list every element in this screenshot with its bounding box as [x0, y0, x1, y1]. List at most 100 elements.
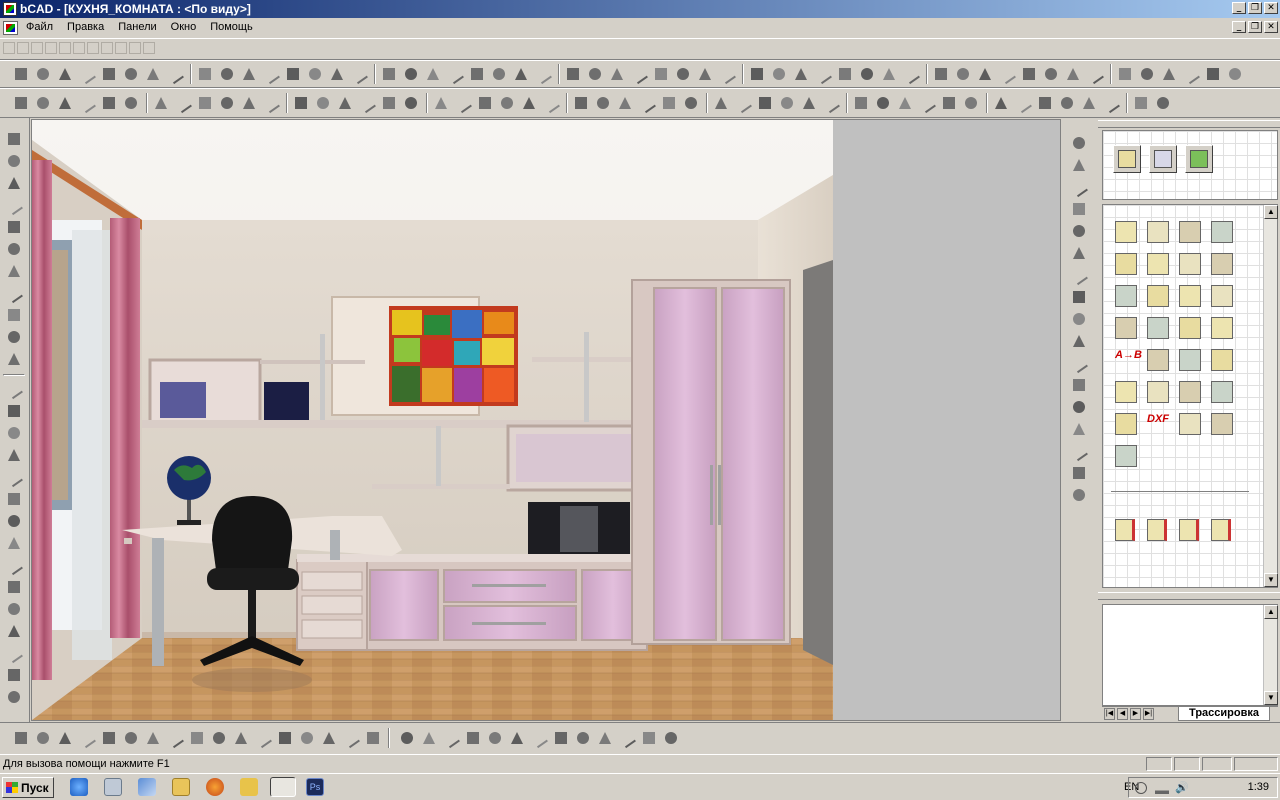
dimension-icon-button[interactable]	[800, 94, 818, 112]
cylinder-icon-button[interactable]	[442, 729, 460, 749]
doc-restore-button[interactable]: ❐	[1248, 21, 1262, 33]
undo-icon-button[interactable]	[1204, 65, 1222, 83]
chamfer-icon-button[interactable]	[1132, 94, 1150, 112]
spline-icon-button[interactable]	[1070, 376, 1088, 394]
dot-icon-button[interactable]	[1070, 288, 1088, 306]
circle-icon-button[interactable]	[5, 152, 23, 170]
save-icon-button[interactable]	[998, 65, 1016, 85]
price-icon-button[interactable]	[1145, 315, 1173, 343]
text-icon-button[interactable]	[122, 65, 140, 83]
a-to-b-icon-button[interactable]: A→B	[1113, 347, 1142, 375]
scroll-up-button[interactable]: ▲	[1264, 205, 1278, 219]
point-icon-button[interactable]	[5, 284, 23, 304]
circle-icon-button[interactable]	[314, 94, 332, 112]
view-icon-button[interactable]	[718, 65, 736, 85]
text-icon-button[interactable]	[858, 65, 876, 83]
ellipse-icon-button[interactable]	[336, 94, 354, 112]
torus-icon-button[interactable]	[640, 729, 658, 747]
tree-scrollbar[interactable]: ▲ ▼	[1263, 605, 1278, 705]
help-icon-button[interactable]	[1182, 65, 1200, 85]
snap-icon-button[interactable]	[432, 94, 450, 112]
start-button[interactable]: Пуск	[2, 777, 54, 798]
sphere-icon-button[interactable]	[486, 729, 504, 747]
snap-point-icon-button[interactable]	[196, 94, 214, 112]
fill-icon-button[interactable]	[100, 65, 118, 83]
extrude-icon-button[interactable]	[144, 729, 162, 747]
parts-icon-button[interactable]	[1113, 443, 1141, 471]
menu-window[interactable]: Окно	[170, 21, 198, 33]
box-icon-button[interactable]	[364, 729, 382, 747]
array-icon-button[interactable]	[122, 94, 140, 112]
curved-panel-icon-button[interactable]	[1209, 219, 1237, 247]
redo-icon-button[interactable]	[490, 65, 508, 83]
box-icon-button[interactable]	[12, 729, 30, 747]
node-icon-button[interactable]	[1086, 65, 1104, 85]
corner-panel-icon-button[interactable]	[1177, 219, 1205, 247]
tools-icon-button[interactable]	[1177, 251, 1205, 279]
price-list-icon-button[interactable]	[1209, 315, 1237, 343]
circle-icon-button[interactable]	[734, 94, 752, 114]
box-icon-button[interactable]	[188, 729, 206, 747]
browser-icon[interactable]	[70, 778, 88, 796]
measure-icon-button[interactable]	[822, 94, 840, 114]
zoom-window-icon-button[interactable]	[564, 65, 582, 83]
panel-icon-button[interactable]	[1113, 219, 1141, 247]
spline-icon-button[interactable]	[5, 196, 23, 216]
snap-icon-button[interactable]	[12, 94, 30, 112]
pointer-icon-button[interactable]	[1042, 65, 1060, 83]
sphere-icon-button[interactable]	[298, 729, 316, 747]
rotate-icon-button[interactable]	[918, 94, 936, 114]
arc-icon-button[interactable]	[1070, 354, 1088, 374]
revolve-icon-button[interactable]	[166, 729, 184, 749]
line-icon-button[interactable]	[5, 130, 23, 148]
viewport[interactable]	[31, 119, 1061, 721]
cross-icon-button[interactable]	[594, 94, 612, 112]
hatch-icon-button[interactable]	[5, 262, 23, 280]
polygon-icon-button[interactable]	[1070, 486, 1088, 504]
spline-icon-button[interactable]	[5, 688, 23, 706]
point-icon-button[interactable]	[1070, 464, 1088, 482]
chamfer-icon-button[interactable]	[292, 94, 310, 112]
wedge-icon-button[interactable]	[596, 729, 614, 747]
cross-icon-button[interactable]	[174, 94, 192, 114]
rectangle-icon-button[interactable]	[5, 468, 23, 488]
spline-icon-button[interactable]	[1070, 134, 1088, 152]
taskbar-bcad-button[interactable]	[270, 777, 296, 797]
fillet-icon-button[interactable]	[262, 94, 280, 114]
cone-icon-button[interactable]	[210, 729, 228, 747]
move-icon-button[interactable]	[100, 94, 118, 112]
sphere-icon-button[interactable]	[662, 729, 680, 747]
text-icon-button[interactable]	[5, 490, 23, 508]
shelf-icon-button[interactable]	[1145, 251, 1173, 279]
box-icon-button[interactable]	[552, 729, 570, 747]
chamfer-icon-button[interactable]	[712, 94, 730, 112]
cross-icon-button[interactable]	[1014, 94, 1032, 114]
page-icon-button[interactable]	[144, 65, 162, 83]
fillet-icon-button[interactable]	[1102, 94, 1120, 114]
firefox-icon[interactable]	[206, 778, 224, 796]
extrude-icon-button[interactable]	[508, 729, 526, 747]
open-doc-icon-button[interactable]	[34, 65, 52, 83]
trim-icon-button[interactable]	[638, 94, 656, 114]
folder-icon-button[interactable]	[166, 65, 184, 85]
volume-icon[interactable]: 🔊	[1175, 781, 1189, 795]
snap-icon-button[interactable]	[34, 94, 52, 112]
mirror-icon-button[interactable]	[56, 94, 74, 112]
open-doc-icon-button[interactable]	[770, 65, 788, 83]
copy-icon-button[interactable]	[1138, 65, 1156, 83]
point-icon-button[interactable]	[5, 534, 23, 552]
torus-icon-button[interactable]	[276, 729, 294, 747]
new-doc-icon-button[interactable]	[748, 65, 766, 83]
cone-icon-button[interactable]	[398, 729, 416, 747]
move-icon-button[interactable]	[520, 94, 538, 112]
trim-icon-button[interactable]	[218, 94, 236, 112]
copy-icon-button[interactable]	[402, 65, 420, 83]
box-icon-button[interactable]	[1113, 379, 1141, 407]
polygon-icon-button[interactable]	[1070, 244, 1088, 262]
rectangle-icon-button[interactable]	[5, 218, 23, 236]
arc-icon-button[interactable]	[5, 174, 23, 192]
rotate-icon-button[interactable]	[78, 94, 96, 114]
menu-help[interactable]: Помощь	[209, 21, 254, 33]
polygon-icon-button[interactable]	[5, 556, 23, 576]
text-icon-button[interactable]	[1070, 420, 1088, 438]
